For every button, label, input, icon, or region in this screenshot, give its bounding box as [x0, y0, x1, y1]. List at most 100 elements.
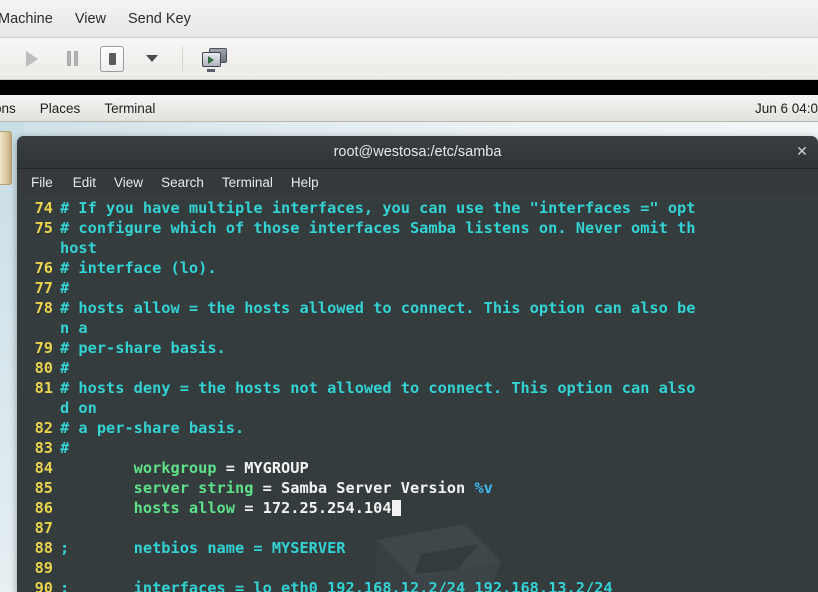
terminal-line: 88 ; netbios name = MYSERVER: [17, 538, 818, 558]
code-span-val: = 172.25.254.104: [244, 499, 392, 517]
menu-file[interactable]: File: [31, 175, 64, 190]
code-span-cmt: # per-share basis.: [60, 339, 226, 357]
screens-button[interactable]: [196, 44, 232, 74]
line-number: 83: [34, 439, 53, 457]
code-span-key: hosts allow: [60, 499, 245, 517]
terminal-line: 75 # configure which of those interfaces …: [17, 218, 818, 238]
line-text: #: [60, 278, 818, 298]
terminal-line: 85 server string = Samba Server Version …: [17, 478, 818, 498]
line-number: 87: [34, 519, 53, 537]
terminal-line: 90 ; interfaces = lo eth0 192.168.12.2/24…: [17, 578, 818, 592]
line-text: # configure which of those interfaces Sa…: [60, 218, 818, 238]
line-number: 82: [34, 419, 53, 437]
play-icon: [26, 50, 38, 67]
line-number: 74: [34, 199, 53, 217]
line-text: # a per-share basis.: [60, 418, 818, 438]
menu-terminal[interactable]: Terminal: [213, 175, 282, 190]
menu-edit[interactable]: Edit: [64, 175, 105, 190]
code-span-cmt: #: [60, 439, 70, 457]
line-number: 81: [34, 379, 53, 397]
virtualbox-toolbar: [0, 38, 818, 80]
line-text: # If you have multiple interfaces, you c…: [60, 198, 818, 218]
line-number: 80: [34, 359, 53, 377]
line-number: 84: [34, 459, 53, 477]
line-number: 90: [34, 579, 53, 592]
terminal-line: 78 # hosts allow = the hosts allowed to c…: [17, 298, 818, 318]
terminal-line: host: [17, 238, 818, 258]
terminal-line: 82 # a per-share basis.: [17, 418, 818, 438]
terminal-line: 84 workgroup = MYGROUP: [17, 458, 818, 478]
terminal-line: 86 hosts allow = 172.25.254.104: [17, 498, 818, 518]
terminal-output-area[interactable]: 甜甜开源 74# If you have multiple interfaces…: [17, 196, 818, 592]
menu-view[interactable]: View: [105, 175, 152, 190]
terminal-line: 76 # interface (lo).: [17, 258, 818, 278]
code-span-cmt: ; netbios name = MYSERVER: [60, 539, 346, 557]
terminal-line: n a: [17, 318, 818, 338]
terminal-menubar: File Edit View Search Terminal Help: [17, 169, 818, 196]
terminal-line: d on: [17, 398, 818, 418]
vbox-menu-send-key[interactable]: Send Key: [117, 9, 202, 29]
line-number: 76: [34, 259, 53, 277]
close-icon[interactable]: ✕: [794, 143, 810, 159]
terminal-title-text: root@westosa:/etc/samba: [333, 144, 502, 160]
power-dropdown[interactable]: [134, 44, 170, 74]
line-number: 75: [34, 219, 53, 237]
text-cursor: [391, 500, 401, 516]
panel-item-terminal[interactable]: Terminal: [92, 101, 167, 116]
line-text: # per-share basis.: [60, 338, 818, 358]
line-text: ; netbios name = MYSERVER: [60, 538, 818, 558]
screen-root: Machine View Send Key ons Places Termina…: [0, 0, 818, 592]
line-text: workgroup = MYGROUP: [60, 458, 818, 478]
virtualbox-menubar: Machine View Send Key: [0, 0, 818, 38]
terminal-code-lines: 74 # If you have multiple interfaces, you…: [17, 198, 818, 592]
line-text: d on: [60, 398, 818, 418]
line-number: 79: [34, 339, 53, 357]
code-span-key: workgroup: [60, 459, 226, 477]
code-span-val: = MYGROUP: [225, 459, 309, 477]
pause-button[interactable]: [54, 44, 90, 74]
code-span-cmt: # configure which of those interfaces Sa…: [60, 219, 696, 237]
code-span-cmt: # a per-share basis.: [60, 419, 245, 437]
code-span-val: = Samba Server Version: [262, 479, 475, 497]
toolbar-separator: [182, 45, 183, 72]
code-span-var: %v: [474, 479, 493, 497]
gnome-top-panel: ons Places Terminal Jun 6 04:0: [0, 95, 818, 122]
panel-item-places[interactable]: Places: [28, 101, 93, 116]
desktop-window-edge[interactable]: [0, 131, 12, 185]
line-number: 85: [34, 479, 53, 497]
play-button[interactable]: [14, 44, 50, 74]
screen-letterbox: [0, 80, 818, 95]
vbox-menu-view[interactable]: View: [64, 9, 117, 29]
terminal-line: 81 # hosts deny = the hosts not allowed t…: [17, 378, 818, 398]
pause-icon: [66, 51, 78, 66]
stop-icon: [100, 45, 124, 72]
panel-clock[interactable]: Jun 6 04:0: [755, 95, 818, 122]
code-span-cmt: n a: [60, 319, 88, 337]
code-span-cmt: # If you have multiple interfaces, you c…: [60, 199, 696, 217]
code-span-cmt: d on: [60, 399, 97, 417]
monitors-icon: [201, 47, 227, 72]
vbox-menu-machine[interactable]: Machine: [0, 9, 64, 29]
terminal-window: root@westosa:/etc/samba ✕ File Edit View…: [17, 136, 818, 592]
line-text: ; interfaces = lo eth0 192.168.12.2/24 1…: [60, 578, 818, 592]
chevron-down-icon: [146, 55, 158, 62]
code-span-cmt: # interface (lo).: [60, 259, 217, 277]
terminal-line: 79 # per-share basis.: [17, 338, 818, 358]
line-text: # hosts deny = the hosts not allowed to …: [60, 378, 818, 398]
line-number: 86: [34, 499, 53, 517]
terminal-line: 87: [17, 518, 818, 538]
line-number: 77: [34, 279, 53, 297]
code-span-cmt: ; interfaces = lo eth0 192.168.12.2/24 1…: [60, 579, 613, 592]
line-text: hosts allow = 172.25.254.104: [60, 498, 818, 518]
terminal-line: 89: [17, 558, 818, 578]
line-text: # hosts allow = the hosts allowed to con…: [60, 298, 818, 318]
line-text: server string = Samba Server Version %v: [60, 478, 818, 498]
power-button[interactable]: [94, 44, 130, 74]
line-number: 89: [34, 559, 53, 577]
menu-help[interactable]: Help: [282, 175, 328, 190]
terminal-line: 77 #: [17, 278, 818, 298]
code-span-cmt: host: [60, 239, 97, 257]
terminal-titlebar[interactable]: root@westosa:/etc/samba ✕: [17, 136, 818, 169]
panel-item-applications[interactable]: ons: [0, 101, 28, 116]
menu-search[interactable]: Search: [152, 175, 213, 190]
